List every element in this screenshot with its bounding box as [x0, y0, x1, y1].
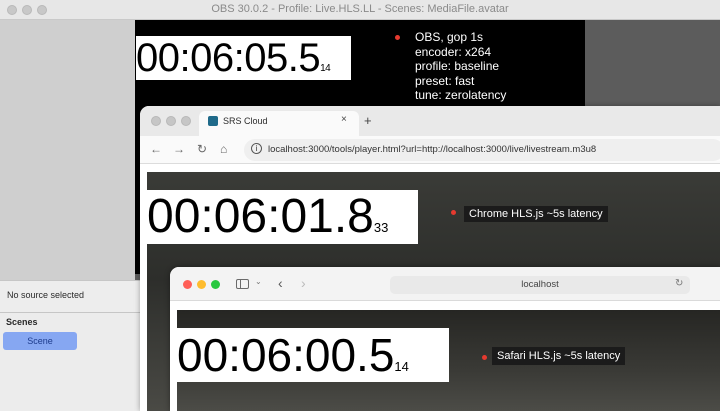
chrome-url-text[interactable]: localhost:3000/tools/player.html?url=htt… — [268, 144, 596, 155]
obs-encoder-info: OBS, gop 1s encoder: x264 profile: basel… — [415, 30, 506, 103]
obs-info-line: tune: zerolatency — [415, 88, 507, 102]
obs-window-title: OBS 30.0.2 - Profile: Live.HLS.LL - Scen… — [211, 3, 509, 15]
chrome-clock-main: 00:06:01.8 — [147, 190, 374, 243]
obs-clock-frame: 14 — [320, 63, 331, 74]
home-icon[interactable]: ⌂ — [220, 142, 227, 156]
safari-window: ⌄ ‹ › localhost ↻ 00:06:00.514 Safari HL… — [170, 267, 720, 411]
safari-marker-dot — [482, 355, 487, 360]
no-source-selected-text: No source selected — [7, 290, 85, 300]
safari-close-button[interactable] — [183, 280, 192, 289]
back-icon[interactable]: ← — [150, 142, 162, 156]
obs-marker-dot — [395, 35, 400, 40]
safari-zoom-button[interactable] — [211, 280, 220, 289]
back-icon[interactable]: ‹ — [278, 275, 283, 291]
obs-info-line: encoder: x264 — [415, 44, 492, 59]
sidebar-toggle-icon[interactable] — [236, 279, 249, 289]
tab-title: SRS Cloud — [223, 116, 268, 126]
chrome-timestamp-overlay: 00:06:01.833 — [147, 190, 418, 244]
new-tab-button[interactable]: + — [364, 113, 372, 128]
obs-info-line: profile: baseline — [415, 59, 500, 73]
obs-info-line: preset: fast — [415, 73, 475, 88]
reload-icon[interactable]: ↻ — [197, 142, 207, 156]
obs-left-panel — [0, 20, 135, 280]
chrome-close-button[interactable] — [151, 116, 161, 126]
reload-icon[interactable]: ↻ — [675, 278, 683, 289]
safari-clock-frame: 14 — [394, 359, 409, 374]
chrome-latency-label: Chrome HLS.js ~5s latency — [464, 206, 608, 222]
safari-clock-main: 00:06:00.5 — [177, 329, 395, 381]
safari-minimize-button[interactable] — [197, 280, 206, 289]
forward-icon[interactable]: › — [301, 275, 306, 291]
srs-favicon-icon — [208, 116, 218, 126]
safari-url-text[interactable]: localhost — [390, 279, 690, 290]
safari-timestamp-overlay: 00:06:00.514 — [177, 328, 449, 382]
chrome-zoom-button[interactable] — [181, 116, 191, 126]
forward-icon[interactable]: → — [173, 142, 185, 156]
chrome-minimize-button[interactable] — [166, 116, 176, 126]
safari-latency-label: Safari HLS.js ~5s latency — [492, 347, 626, 365]
obs-timestamp-overlay: 00:06:05.514 — [136, 36, 351, 80]
chrome-clock-frame: 33 — [373, 220, 389, 235]
obs-info-line: OBS, gop 1s — [415, 30, 484, 44]
chevron-down-icon[interactable]: ⌄ — [255, 277, 262, 286]
obs-clock-main: 00:06:05.5 — [136, 36, 321, 80]
scene-list-item[interactable]: Scene — [3, 332, 77, 350]
tab-close-icon[interactable]: × — [341, 114, 347, 125]
site-info-icon[interactable]: i — [251, 143, 262, 154]
chrome-marker-dot — [451, 210, 456, 215]
scenes-heading: Scenes — [6, 317, 38, 327]
